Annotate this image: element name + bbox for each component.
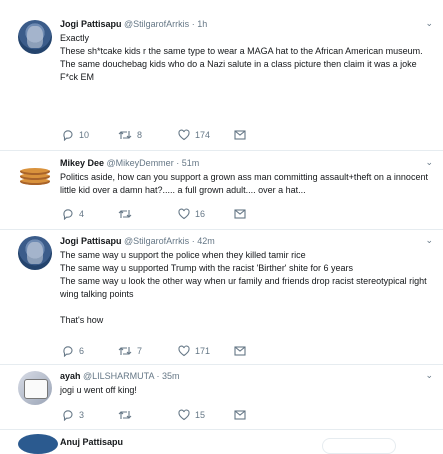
reply-button[interactable]: 6 — [62, 344, 84, 358]
dm-button[interactable] — [234, 207, 246, 221]
retweet-button[interactable] — [118, 207, 137, 221]
envelope-icon — [234, 410, 246, 420]
avatar[interactable] — [18, 236, 52, 270]
tweet-time[interactable]: · 42m — [192, 236, 215, 246]
tweet-actions: 4 16 — [62, 207, 282, 221]
chevron-down-icon[interactable]: ⌄ — [425, 235, 433, 246]
envelope-icon — [234, 346, 246, 356]
tweet-line: Politics aside, how can you support a gr… — [60, 172, 428, 195]
like-button[interactable]: 16 — [178, 207, 205, 221]
tweet-text: jogi u went off king! — [60, 384, 431, 397]
tweet-time[interactable]: · 1h — [192, 19, 208, 29]
author-name[interactable]: Jogi Pattisapu — [60, 19, 122, 29]
tweet-time[interactable]: · 51m — [176, 158, 199, 168]
follow-button[interactable] — [322, 438, 396, 454]
reply-icon — [63, 346, 73, 357]
tweet-text: Exactly These sh*tcake kids r the same t… — [60, 32, 431, 84]
like-count: 15 — [195, 410, 206, 420]
heart-icon — [178, 208, 190, 220]
tweet-line: The same douchebag kids who do a Nazi sa… — [60, 59, 417, 69]
like-button[interactable]: 15 — [178, 408, 205, 422]
author-name[interactable]: Jogi Pattisapu — [60, 236, 122, 246]
tweet-4[interactable]: ayah @LILSHARMUTA · 35m jogi u went off … — [0, 365, 443, 429]
like-count: 16 — [195, 209, 206, 219]
reply-button[interactable]: 4 — [62, 207, 84, 221]
chevron-down-icon[interactable]: ⌄ — [425, 370, 433, 381]
reply-count: 6 — [79, 346, 85, 356]
reply-count: 3 — [79, 410, 85, 420]
tweet-3[interactable]: Jogi Pattisapu @StilgarofArrkis · 42m Th… — [0, 230, 443, 364]
tweet-line: The same way u supported Trump with the … — [60, 263, 354, 273]
tweet-text: Politics aside, how can you support a gr… — [60, 171, 431, 197]
heart-icon — [178, 409, 190, 421]
tweet-2[interactable]: Mikey Dee @MikeyDemmer · 51m Politics as… — [0, 151, 443, 229]
chevron-down-icon[interactable]: ⌄ — [425, 18, 433, 29]
envelope-icon — [234, 209, 246, 219]
author-name[interactable]: ayah — [60, 371, 81, 381]
reply-icon — [63, 130, 73, 141]
like-count: 171 — [195, 346, 211, 356]
author-handle[interactable]: @StilgarofArrkis — [124, 236, 189, 246]
reply-count: 10 — [79, 130, 90, 140]
tweet-line: Exactly — [60, 33, 90, 43]
author-handle[interactable]: @MikeyDemmer — [107, 158, 174, 168]
avatar[interactable] — [18, 371, 52, 405]
author-handle[interactable]: @LILSHARMUTA — [83, 371, 154, 381]
tweet-actions: 3 15 — [62, 408, 282, 422]
retweet-count: 8 — [137, 130, 143, 140]
dm-button[interactable] — [234, 128, 246, 142]
tweet-line: The same way u support the police when t… — [60, 250, 306, 260]
author-handle[interactable]: @StilgarofArrkis — [124, 19, 189, 29]
retweet-icon — [118, 210, 132, 218]
tweet-actions: 6 7 171 — [62, 344, 282, 358]
tweet-line — [60, 301, 431, 314]
retweet-count: 7 — [137, 346, 143, 356]
divider — [0, 429, 443, 430]
avatar[interactable] — [18, 434, 58, 454]
tweet-1[interactable]: Jogi Pattisapu @StilgarofArrkis · 1h Exa… — [0, 0, 443, 150]
pancake-icon — [20, 168, 50, 175]
author-name[interactable]: Mikey Dee — [60, 158, 104, 168]
tweet-line: These sh*tcake kids r the same type to w… — [60, 46, 423, 56]
tweet-line: That's how — [60, 315, 104, 325]
tweet-text: The same way u support the police when t… — [60, 249, 431, 327]
retweet-button[interactable]: 7 — [118, 344, 142, 358]
tweet-line: The same way u look the other way when u… — [60, 276, 427, 299]
tweet-actions: 10 8 174 — [62, 128, 282, 142]
dm-button[interactable] — [234, 344, 246, 358]
tweet-header: Jogi Pattisapu @StilgarofArrkis · 1h — [60, 18, 431, 30]
chevron-down-icon[interactable]: ⌄ — [425, 157, 433, 168]
heart-icon — [178, 129, 190, 141]
envelope-icon — [234, 130, 246, 140]
avatar[interactable] — [18, 159, 52, 193]
dm-button[interactable] — [234, 408, 246, 422]
retweet-icon — [118, 347, 132, 355]
tweet-header: Jogi Pattisapu @StilgarofArrkis · 42m — [60, 235, 431, 247]
retweet-icon — [118, 131, 132, 139]
retweet-icon — [118, 411, 132, 419]
retweet-button[interactable]: 8 — [118, 128, 142, 142]
tweet-header: Mikey Dee @MikeyDemmer · 51m — [60, 157, 431, 169]
reply-count: 4 — [79, 209, 85, 219]
tweet-line: F*ck EM — [60, 72, 95, 82]
reply-button[interactable]: 3 — [62, 408, 84, 422]
like-count: 174 — [195, 130, 211, 140]
retweet-button[interactable] — [118, 408, 137, 422]
tweet-line: jogi u went off king! — [60, 385, 137, 395]
tweet-time[interactable]: · 35m — [157, 371, 180, 381]
avatar[interactable] — [18, 20, 52, 54]
like-button[interactable]: 174 — [178, 128, 210, 142]
reply-button[interactable]: 10 — [62, 128, 89, 142]
tweet-header: ayah @LILSHARMUTA · 35m — [60, 370, 431, 382]
reply-icon — [63, 209, 73, 220]
author-name[interactable]: Anuj Pattisapu — [60, 437, 123, 447]
heart-icon — [178, 345, 190, 357]
like-button[interactable]: 171 — [178, 344, 210, 358]
reply-icon — [63, 410, 73, 421]
